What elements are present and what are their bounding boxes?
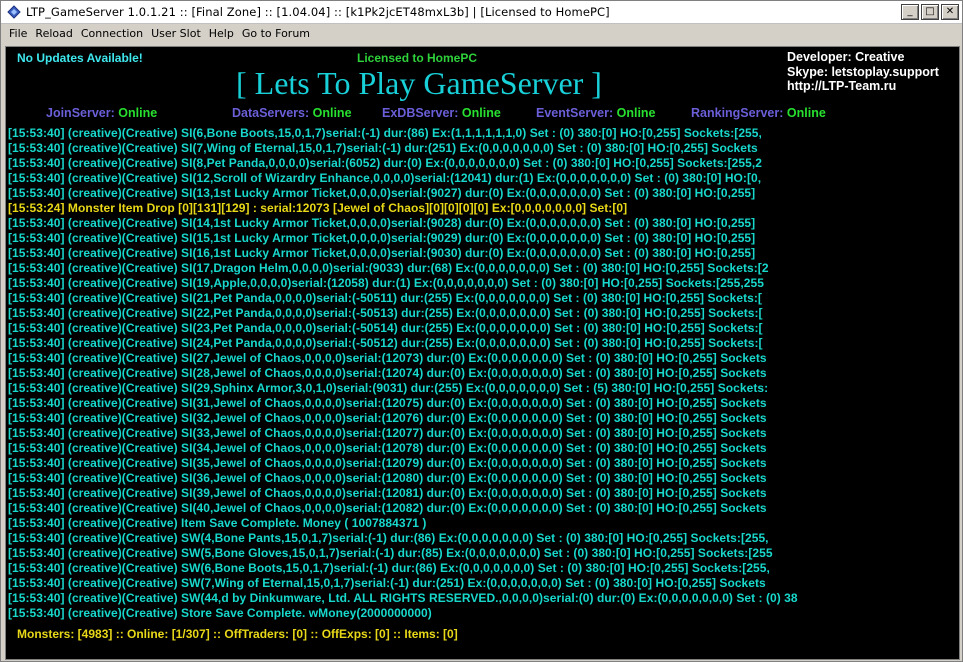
window-title: LTP_GameServer 1.0.1.21 :: [Final Zone] … — [26, 5, 610, 19]
log-line: [15:53:40] (creative)(Creative) SI(28,Je… — [8, 366, 767, 380]
log-line: [15:53:40] (creative)(Creative) SI(24,Pe… — [8, 336, 763, 350]
log-output: [15:53:40] (creative)(Creative) SI(6,Bon… — [8, 126, 954, 621]
log-line: [15:53:40] (creative)(Creative) SI(8,Pet… — [8, 156, 762, 170]
server-status-exdb: ExDBServer: Online — [382, 106, 501, 120]
log-line: [15:53:24] Monster Item Drop [0][131][12… — [8, 201, 628, 215]
log-line: [15:53:40] (creative)(Creative) SI(31,Je… — [8, 396, 767, 410]
menu-help[interactable]: Help — [205, 25, 238, 43]
menu-user-slot[interactable]: User Slot — [147, 25, 205, 43]
log-line: [15:53:40] (creative)(Creative) SW(7,Win… — [8, 576, 766, 590]
status-bar: Monsters: [4983] :: Online: [1/307] :: O… — [17, 627, 458, 641]
log-line: [15:53:40] (creative)(Creative) SI(40,Je… — [8, 501, 767, 515]
window-controls: _ □ ✕ — [901, 4, 959, 20]
log-line: [15:53:40] (creative)(Creative) SI(32,Je… — [8, 411, 767, 425]
log-line: [15:53:40] (creative)(Creative) SI(6,Bon… — [8, 126, 762, 140]
log-line: [15:53:40] (creative)(Creative) Item Sav… — [8, 516, 427, 530]
close-button[interactable]: ✕ — [941, 4, 959, 20]
log-line: [15:53:40] (creative)(Creative) SW(4,Bon… — [8, 531, 769, 545]
app-window: LTP_GameServer 1.0.1.21 :: [Final Zone] … — [0, 0, 963, 662]
server-status-data: DataServers: Online — [232, 106, 352, 120]
log-line: [15:53:40] (creative)(Creative) SW(44,d … — [8, 591, 798, 605]
log-line: [15:53:40] (creative)(Creative) SI(13,1s… — [8, 186, 756, 200]
minimize-button[interactable]: _ — [901, 4, 919, 20]
title-bar[interactable]: LTP_GameServer 1.0.1.21 :: [Final Zone] … — [1, 1, 962, 24]
license-label: Licensed to HomePC — [357, 51, 478, 65]
server-status-row: JoinServer: Online DataServers: Online ExD… — [46, 106, 826, 120]
server-status-join: JoinServer: Online — [46, 106, 158, 120]
menu-connection[interactable]: Connection — [77, 25, 147, 43]
server-console: No Updates Available! Licensed to HomePC… — [5, 46, 960, 660]
menu-bar: File Reload Connection User Slot Help Go… — [1, 24, 962, 44]
log-line: [15:53:40] (creative)(Creative) SI(22,Pe… — [8, 306, 763, 320]
log-line: [15:53:40] (creative)(Creative) SI(27,Je… — [8, 351, 767, 365]
log-line: [15:53:40] (creative)(Creative) SI(23,Pe… — [8, 321, 763, 335]
log-line: [15:53:40] (creative)(Creative) SI(7,Win… — [8, 141, 758, 155]
log-line: [15:53:40] (creative)(Creative) SI(15,1s… — [8, 231, 756, 245]
skype-label: Skype: letstoplay.support — [787, 64, 939, 79]
log-line: [15:53:40] (creative)(Creative) SI(17,Dr… — [8, 261, 769, 275]
log-line: [15:53:40] (creative)(Creative) SI(14,1s… — [8, 216, 756, 230]
log-line: [15:53:40] (creative)(Creative) SW(5,Bon… — [8, 546, 773, 560]
log-line: [15:53:40] (creative)(Creative) SI(29,Sp… — [8, 381, 769, 395]
server-status-event: EventServer: Online — [536, 106, 656, 120]
log-line: [15:53:40] (creative)(Creative) SI(12,Sc… — [8, 171, 762, 185]
log-line: [15:53:40] (creative)(Creative) SI(39,Je… — [8, 486, 767, 500]
log-line: [15:53:40] (creative)(Creative) SW(6,Bon… — [8, 561, 770, 575]
maximize-button[interactable]: □ — [921, 4, 939, 20]
developer-label: Developer: Creative — [787, 50, 905, 64]
log-line: [15:53:40] (creative)(Creative) SI(35,Je… — [8, 456, 767, 470]
app-icon — [6, 4, 22, 20]
log-line: [15:53:40] (creative)(Creative) SI(33,Je… — [8, 426, 767, 440]
log-line: [15:53:40] (creative)(Creative) SI(16,1s… — [8, 246, 756, 260]
log-line: [15:53:40] (creative)(Creative) SI(34,Je… — [8, 441, 767, 455]
banner-title: [ Lets To Play GameServer ] — [236, 65, 602, 101]
server-status-ranking: RankingServer: Online — [691, 106, 826, 120]
log-line: [15:53:40] (creative)(Creative) SI(19,Ap… — [8, 276, 764, 290]
log-line: [15:53:40] (creative)(Creative) Store Sa… — [8, 606, 432, 620]
menu-go-to-forum[interactable]: Go to Forum — [238, 25, 314, 43]
log-line: [15:53:40] (creative)(Creative) SI(21,Pe… — [8, 291, 762, 305]
developer-info: Developer: Creative Skype: letstoplay.su… — [787, 50, 939, 94]
website-label: http://LTP-Team.ru — [787, 79, 897, 93]
menu-reload[interactable]: Reload — [31, 25, 76, 43]
log-line: [15:53:40] (creative)(Creative) SI(36,Je… — [8, 471, 767, 485]
menu-file[interactable]: File — [5, 25, 31, 43]
update-status: No Updates Available! — [17, 51, 143, 65]
